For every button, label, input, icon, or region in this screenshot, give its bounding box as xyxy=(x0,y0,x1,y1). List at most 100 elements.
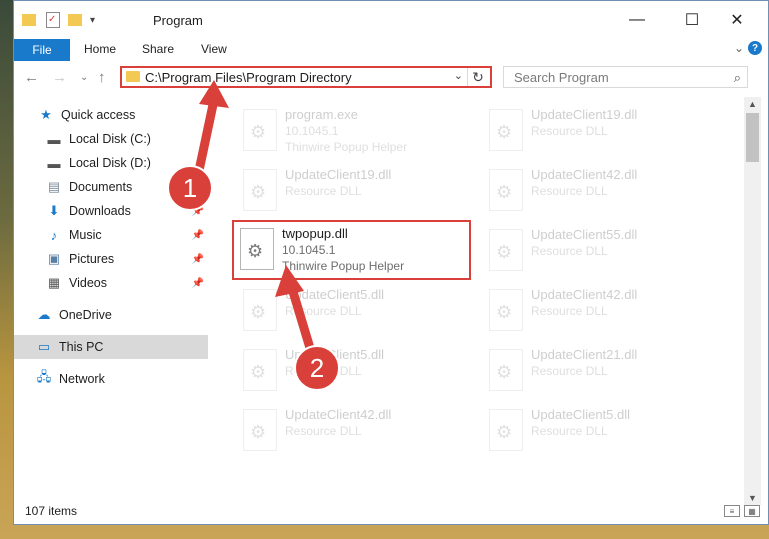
maximize-button[interactable]: ☐ xyxy=(669,5,715,35)
pin-icon[interactable]: 📌 xyxy=(192,230,204,241)
details-view-icon[interactable]: ≡ xyxy=(724,505,740,517)
file-name: UpdateClient21.dll xyxy=(531,347,638,362)
file-version: 10.1045.1 xyxy=(285,124,339,138)
vertical-scrollbar[interactable]: ▲ ▼ xyxy=(744,97,761,505)
view-toggle: ≡ ▦ xyxy=(724,505,760,517)
file-description: Thinwire Popup Helper xyxy=(282,259,405,273)
file-item-twpopup[interactable]: twpopup.dll 10.1045.1 Thinwire Popup Hel… xyxy=(232,220,471,280)
search-input[interactable]: Search Program ⌕ xyxy=(503,66,748,88)
cloud-icon: ☁ xyxy=(37,307,51,322)
file-name: UpdateClient5.dll xyxy=(531,407,631,422)
file-item[interactable]: UpdateClient42.dll Resource DLL xyxy=(483,163,718,219)
close-button[interactable]: ✕ xyxy=(714,5,760,35)
sidebar-item-quick-access[interactable]: ★ Quick access xyxy=(14,103,208,127)
file-item[interactable]: UpdateClient5.dll Resource DLL xyxy=(483,403,718,459)
sidebar-item-label: OneDrive xyxy=(59,308,112,322)
navigation-pane: ★ Quick access ▬ Local Disk (C:) ▬ Local… xyxy=(14,97,208,497)
sidebar-item-videos[interactable]: ▦ Videos 📌 xyxy=(14,271,208,295)
folder-icon[interactable] xyxy=(22,14,36,26)
pin-icon[interactable]: 📌 xyxy=(192,254,204,265)
quick-access-toolbar: ✓ ▾ xyxy=(22,11,95,29)
documents-icon: ▤ xyxy=(47,179,61,194)
sidebar-item-this-pc[interactable]: ▭ This PC xyxy=(14,335,208,359)
exe-file-icon xyxy=(243,109,277,151)
file-name: UpdateClient19.dll xyxy=(531,107,638,122)
file-item[interactable]: UpdateClient55.dll Resource DLL xyxy=(483,223,718,279)
file-type: Resource DLL xyxy=(531,304,608,318)
chevron-down-icon[interactable]: ⌄ xyxy=(734,41,744,55)
dll-file-icon xyxy=(240,228,274,270)
sidebar-item-label: This PC xyxy=(59,340,104,354)
new-folder-icon[interactable] xyxy=(68,14,82,26)
file-item[interactable]: UpdateClient5.dll Resource DLL xyxy=(237,283,472,339)
sidebar-item-music[interactable]: ♪ Music 📌 xyxy=(14,223,208,247)
up-arrow-icon[interactable]: ↑ xyxy=(98,69,106,86)
drive-icon: ▬ xyxy=(47,131,61,147)
sidebar-item-label: Pictures xyxy=(69,252,115,266)
file-type: Resource DLL xyxy=(531,244,608,258)
minimize-button[interactable]: — xyxy=(614,5,660,35)
address-path[interactable]: C:\Program Files\Program Directory xyxy=(145,70,352,85)
folder-icon xyxy=(126,71,140,82)
file-version: 10.1045.1 xyxy=(282,243,336,257)
dll-file-icon xyxy=(243,169,277,211)
file-item[interactable]: UpdateClient19.dll Resource DLL xyxy=(237,163,472,219)
sidebar-item-label: Local Disk (D:) xyxy=(69,156,151,170)
tab-home[interactable]: Home xyxy=(84,42,116,56)
search-icon[interactable]: ⌕ xyxy=(734,70,741,86)
dll-file-icon xyxy=(243,409,277,451)
sidebar-item-label: Local Disk (C:) xyxy=(69,132,151,146)
back-arrow-icon[interactable]: ← xyxy=(24,69,39,86)
sidebar-item-local-disk-c[interactable]: ▬ Local Disk (C:) xyxy=(14,127,208,151)
file-name: UpdateClient42.dll xyxy=(531,167,638,182)
dll-file-icon xyxy=(489,109,523,151)
tab-view[interactable]: View xyxy=(201,42,227,56)
pin-icon[interactable]: 📌 xyxy=(192,278,204,289)
tab-file[interactable]: File xyxy=(14,39,70,61)
search-placeholder: Search Program xyxy=(514,70,609,85)
forward-arrow-icon[interactable]: → xyxy=(52,69,67,86)
navigation-bar: ← → ⌄ ↑ C:\Program Files\Program Directo… xyxy=(14,61,768,95)
ribbon: File Home Share View ⌄ ? xyxy=(14,39,768,61)
customize-toolbar-icon[interactable]: ▾ xyxy=(90,15,95,26)
dll-file-icon xyxy=(489,169,523,211)
file-description: Thinwire Popup Helper xyxy=(285,140,408,154)
sidebar-item-network[interactable]: 🖧 Network xyxy=(14,367,208,391)
sidebar-item-pictures[interactable]: ▣ Pictures 📌 xyxy=(14,247,208,271)
file-item[interactable]: UpdateClient42.dll Resource DLL xyxy=(237,403,472,459)
sidebar-item-label: Downloads xyxy=(69,204,131,218)
recent-locations-icon[interactable]: ⌄ xyxy=(80,72,88,83)
properties-icon[interactable]: ✓ xyxy=(46,12,60,28)
file-name: UpdateClient5.dll xyxy=(285,287,385,302)
download-icon: ⬇ xyxy=(48,203,60,218)
scrollbar-thumb[interactable] xyxy=(746,113,759,162)
file-type: Resource DLL xyxy=(531,184,608,198)
refresh-icon[interactable]: ↻ xyxy=(467,68,488,86)
file-item[interactable]: UpdateClient5.dll Resource DLL xyxy=(237,343,472,399)
file-name: UpdateClient42.dll xyxy=(531,287,638,302)
dll-file-icon xyxy=(489,229,523,271)
dll-file-icon xyxy=(489,409,523,451)
pictures-icon: ▣ xyxy=(47,251,61,266)
file-item[interactable]: UpdateClient19.dll Resource DLL xyxy=(483,103,718,159)
file-type: Resource DLL xyxy=(285,184,362,198)
step-2-marker: 2 xyxy=(294,345,340,391)
file-item[interactable]: program.exe 10.1045.1 Thinwire Popup Hel… xyxy=(237,103,472,159)
tab-share[interactable]: Share xyxy=(142,42,174,56)
sidebar-item-onedrive[interactable]: ☁ OneDrive xyxy=(14,303,208,327)
address-bar[interactable]: C:\Program Files\Program Directory ⌄ ↻ xyxy=(120,66,492,88)
item-count: 107 items xyxy=(25,504,78,518)
chevron-down-icon[interactable]: ⌄ xyxy=(454,69,463,82)
sidebar-item-label: Network xyxy=(59,372,105,386)
file-type: Resource DLL xyxy=(531,124,608,138)
help-icon[interactable]: ? xyxy=(748,41,762,55)
drive-icon: ▬ xyxy=(47,155,61,171)
videos-icon: ▦ xyxy=(47,275,61,290)
computer-icon: ▭ xyxy=(37,339,51,354)
status-bar: 107 items ≡ ▦ xyxy=(14,503,768,525)
network-icon: 🖧 xyxy=(36,369,52,384)
large-icons-view-icon[interactable]: ▦ xyxy=(744,505,760,517)
file-item[interactable]: UpdateClient42.dll Resource DLL xyxy=(483,283,718,339)
scroll-up-icon[interactable]: ▲ xyxy=(744,97,761,111)
file-item[interactable]: UpdateClient21.dll Resource DLL xyxy=(483,343,718,399)
